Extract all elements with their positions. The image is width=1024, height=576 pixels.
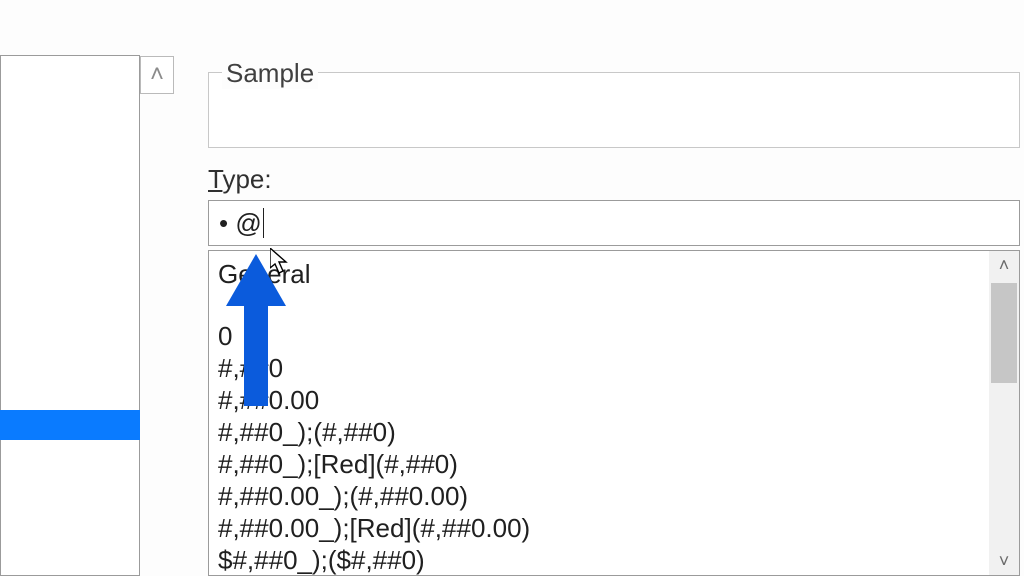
list-item[interactable]: $#,##0_);($#,##0)	[218, 544, 988, 576]
chevron-up-icon: ˄	[150, 61, 164, 89]
format-listbox[interactable]: General 0 #,##0 #,##0.00 #,##0_);(#,##0)…	[208, 250, 1020, 576]
chevron-down-icon: ˅	[999, 551, 1010, 572]
category-listbox[interactable]	[0, 55, 140, 576]
scroll-thumb[interactable]	[991, 283, 1017, 383]
list-item[interactable]: #,##0_);[Red](#,##0)	[218, 448, 988, 480]
list-item[interactable]: 0	[218, 320, 988, 352]
list-item[interactable]: #,##0.00_);(#,##0.00)	[218, 480, 988, 512]
text-caret	[263, 208, 265, 238]
list-item[interactable]: #,##0	[218, 352, 988, 384]
type-input[interactable]: • @	[208, 200, 1020, 246]
type-input-value: • @	[219, 208, 262, 239]
type-label: Type:	[208, 164, 272, 195]
sample-groupbox	[208, 72, 1020, 148]
category-scroll-up-icon[interactable]: ˄	[140, 56, 174, 94]
chevron-up-icon: ˄	[999, 255, 1010, 276]
list-item[interactable]: #,##0.00_);[Red](#,##0.00)	[218, 512, 988, 544]
format-list-scrollbar[interactable]: ˄ ˅	[989, 251, 1019, 575]
sample-label: Sample	[222, 58, 318, 89]
scroll-down-button[interactable]: ˅	[989, 547, 1019, 575]
list-item[interactable]: General	[218, 258, 988, 290]
type-label-rest: ype:	[222, 164, 271, 194]
list-item[interactable]: #,##0.00	[218, 384, 988, 416]
scroll-up-button[interactable]: ˄	[989, 251, 1019, 279]
format-list-items: General 0 #,##0 #,##0.00 #,##0_);(#,##0)…	[218, 258, 988, 576]
list-item[interactable]: #,##0_);(#,##0)	[218, 416, 988, 448]
category-selected-item[interactable]	[0, 410, 140, 440]
type-label-accel: T	[208, 164, 222, 194]
